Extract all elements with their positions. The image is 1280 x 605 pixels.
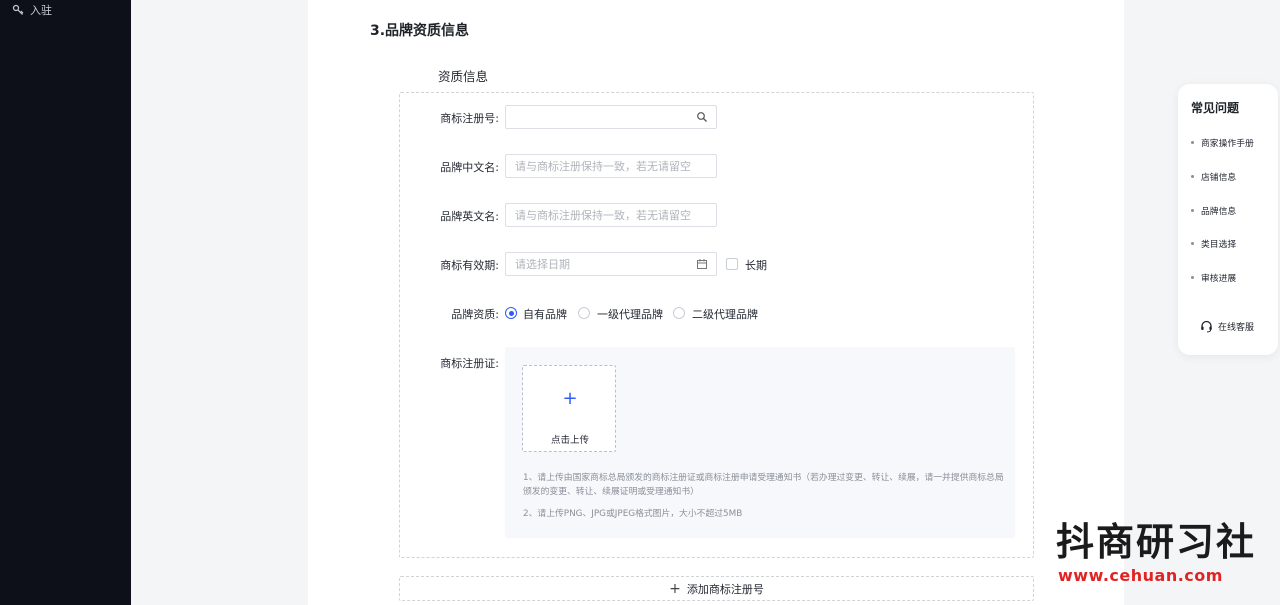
radio-own-brand-label[interactable]: 自有品牌 — [523, 306, 567, 322]
faq-item-manual[interactable]: 商家操作手册 — [1191, 136, 1254, 149]
add-trademark-button[interactable]: + 添加商标注册号 — [399, 576, 1034, 601]
faq-item-store-info[interactable]: 店铺信息 — [1191, 170, 1236, 183]
upload-note-2: 2、请上传PNG、JPG或JPEG格式图片，大小不超过5MB — [523, 509, 743, 519]
faq-title: 常见问题 — [1191, 101, 1240, 115]
watermark: 抖商研习社 www.cehuan.com — [1052, 520, 1262, 588]
bullet-icon — [1191, 276, 1194, 279]
calendar-icon[interactable] — [696, 258, 708, 270]
faq-panel: 常见问题 商家操作手册 店铺信息 品牌信息 类目选择 审核进展 在线客服 — [1178, 84, 1278, 355]
bullet-icon — [1191, 141, 1194, 144]
validity-placeholder: 请选择日期 — [515, 258, 570, 271]
sub-title: 资质信息 — [438, 69, 489, 84]
brand-en-input[interactable]: 请与商标注册保持一致，若无请留空 — [505, 203, 717, 227]
bullet-icon — [1191, 175, 1194, 178]
radio-own-brand[interactable] — [505, 307, 517, 319]
faq-item-category[interactable]: 类目选择 — [1191, 237, 1236, 250]
upload-text: 点击上传 — [550, 435, 589, 446]
brand-en-placeholder: 请与商标注册保持一致，若无请留空 — [515, 209, 691, 222]
plus-icon: + — [669, 580, 681, 597]
trademark-no-input[interactable] — [505, 105, 717, 129]
trademark-no-label: 商标注册号: — [440, 112, 499, 125]
online-service-button[interactable]: 在线客服 — [1200, 320, 1254, 333]
validity-label: 商标有效期: — [440, 259, 499, 272]
faq-item-review-progress[interactable]: 审核进展 — [1191, 271, 1236, 284]
sidebar: 入驻 — [0, 0, 131, 605]
radio-second-agent[interactable] — [673, 307, 685, 319]
plus-icon: + — [562, 388, 578, 409]
watermark-title: 抖商研习社 — [1056, 520, 1257, 564]
long-term-checkbox[interactable] — [726, 258, 738, 270]
bullet-icon — [1191, 242, 1194, 245]
upload-button[interactable]: + 点击上传 — [522, 365, 616, 452]
upload-note-1: 1、请上传由国家商标总局颁发的商标注册证或商标注册申请受理通知书（若办理过变更、… — [523, 473, 1004, 497]
sidebar-item-enter[interactable]: 入驻 — [12, 2, 52, 18]
radio-first-agent[interactable] — [578, 307, 590, 319]
brand-cn-input[interactable]: 请与商标注册保持一致，若无请留空 — [505, 154, 717, 178]
qualification-label: 品牌资质: — [451, 308, 499, 321]
radio-second-agent-label[interactable]: 二级代理品牌 — [692, 306, 758, 322]
online-service-label: 在线客服 — [1218, 323, 1255, 333]
long-term-label: 长期 — [745, 259, 767, 272]
certificate-label: 商标注册证: — [440, 357, 499, 370]
validity-date-picker[interactable]: 请选择日期 — [505, 252, 717, 276]
headset-icon — [1201, 320, 1212, 333]
key-icon — [12, 4, 24, 15]
brand-cn-placeholder: 请与商标注册保持一致，若无请留空 — [515, 160, 691, 173]
radio-first-agent-label[interactable]: 一级代理品牌 — [597, 306, 663, 322]
add-trademark-label: 添加商标注册号 — [686, 582, 764, 596]
sidebar-item-label: 入驻 — [30, 4, 52, 17]
bullet-icon — [1191, 209, 1194, 212]
watermark-url: www.cehuan.com — [1058, 566, 1223, 585]
section-title: 3.品牌资质信息 — [370, 23, 470, 39]
brand-en-label: 品牌英文名: — [440, 210, 499, 223]
brand-cn-label: 品牌中文名: — [440, 161, 499, 174]
search-icon[interactable] — [696, 111, 708, 123]
faq-item-brand-info[interactable]: 品牌信息 — [1191, 204, 1236, 217]
